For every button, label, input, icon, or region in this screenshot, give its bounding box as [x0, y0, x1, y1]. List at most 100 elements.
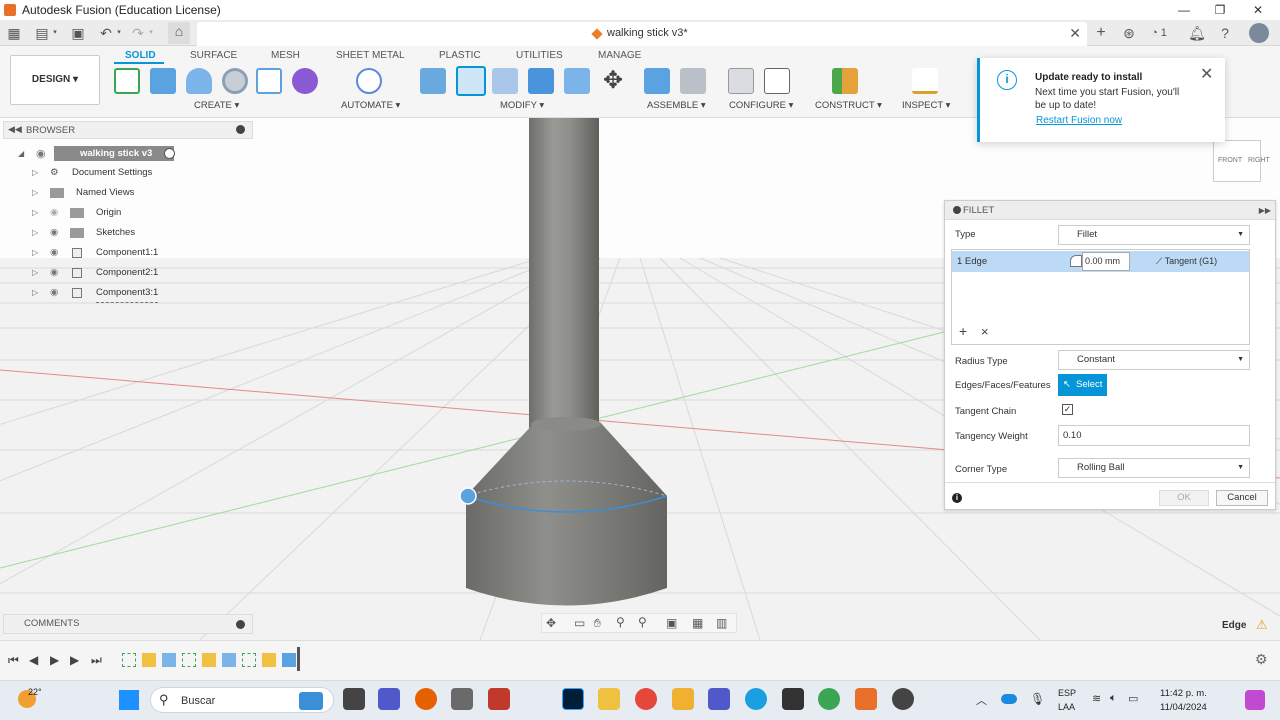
grid-menu-icon[interactable]: ▦	[6, 24, 22, 42]
app-icon[interactable]	[782, 688, 804, 710]
timeline-sketch-icon[interactable]	[242, 653, 256, 667]
modify-group-label[interactable]: MODIFY ▾	[500, 100, 544, 111]
fillet-icon[interactable]	[456, 66, 486, 96]
fit-icon[interactable]: ⚲	[638, 615, 647, 629]
tangent-chain-checkbox[interactable]: ✓	[1062, 404, 1073, 415]
edge-icon[interactable]	[745, 688, 767, 710]
press-pull-icon[interactable]	[420, 68, 446, 94]
timeline-sketch-icon[interactable]	[122, 653, 136, 667]
browser-panel-header[interactable]: ◀◀ BROWSER	[3, 121, 253, 139]
grid-settings-icon[interactable]: ▦	[692, 616, 703, 630]
cancel-button[interactable]: Cancel	[1216, 490, 1268, 506]
maximize-button[interactable]: ❐	[1202, 0, 1238, 20]
home-icon[interactable]: ⌂	[168, 22, 190, 44]
undo-dropdown-icon[interactable]: ▾	[114, 24, 124, 42]
job-status-icon[interactable]: ◔ 1	[1148, 24, 1170, 42]
expand-tri-icon[interactable]: ▷	[32, 224, 38, 242]
close-tab-icon[interactable]: ✕	[1069, 25, 1081, 42]
expand-tri-icon[interactable]: ▷	[32, 264, 38, 282]
configure-group-label[interactable]: CONFIGURE ▾	[729, 100, 793, 111]
chrome-profile-icon[interactable]	[818, 688, 840, 710]
chamfer-icon[interactable]	[492, 68, 518, 94]
restart-fusion-link[interactable]: Restart Fusion now	[1036, 115, 1122, 126]
add-comment-icon[interactable]	[236, 620, 245, 629]
timeline-feature-icon[interactable]	[202, 653, 216, 667]
user-avatar[interactable]	[1249, 23, 1269, 43]
info-icon[interactable]: i	[952, 493, 962, 503]
automate-group-label[interactable]: AUTOMATE ▾	[341, 100, 400, 111]
warning-icon[interactable]: ⚠	[1256, 617, 1268, 633]
notifications-icon[interactable]: 🔔︎	[1188, 24, 1206, 42]
expand-tri-icon[interactable]: ▷	[32, 164, 38, 182]
document-tab[interactable]: walking stick v3* ✕	[197, 22, 1087, 46]
inspect-group-label[interactable]: INSPECT ▾	[902, 100, 950, 111]
timeline-marker[interactable]	[297, 647, 300, 671]
edge-row[interactable]: 1 Edge 0.00 mm ⟋ Tangent (G1)	[952, 251, 1249, 272]
close-notification-icon[interactable]: ✕	[1200, 64, 1213, 84]
expand-tri-icon[interactable]: ▷	[32, 204, 38, 222]
comments-panel[interactable]: COMMENTS	[3, 614, 253, 634]
clock-date[interactable]: 11/04/2024	[1160, 702, 1207, 713]
last-step-icon[interactable]: ⏭︎	[91, 653, 102, 668]
hole-icon[interactable]	[222, 68, 248, 94]
tab-solid[interactable]: SOLID	[125, 50, 156, 61]
corner-type-dropdown[interactable]: Rolling Ball ▼	[1058, 458, 1250, 478]
activate-radio-icon[interactable]	[164, 148, 175, 159]
app-icon[interactable]	[892, 688, 914, 710]
task-view-icon[interactable]	[343, 688, 365, 710]
next-step-icon[interactable]: ▶	[70, 653, 79, 667]
workspace-design-dropdown[interactable]: DESIGN ▾	[10, 55, 100, 105]
file-dropdown-icon[interactable]: ▾	[50, 24, 60, 42]
keyboard-layout[interactable]: LAA	[1058, 702, 1075, 712]
taskbar-search-box[interactable]: ⚲ Buscar	[150, 687, 334, 713]
timeline-revolve-icon[interactable]	[162, 653, 176, 667]
tab-mesh[interactable]: MESH	[271, 50, 300, 61]
pan-icon[interactable]: ✋︎	[594, 616, 601, 631]
pattern-icon[interactable]	[256, 68, 282, 94]
windows-start-icon[interactable]	[119, 690, 139, 710]
tab-utilities[interactable]: UTILITIES	[516, 50, 563, 61]
timeline-settings-gear-icon[interactable]: ⚙	[1255, 651, 1268, 668]
copilot-icon[interactable]	[1245, 690, 1265, 710]
assemble-group-label[interactable]: ASSEMBLE ▾	[647, 100, 706, 111]
form-icon[interactable]	[292, 68, 318, 94]
radius-type-dropdown[interactable]: Constant ▼	[1058, 350, 1250, 370]
table-icon[interactable]	[764, 68, 790, 94]
edge-selection-list[interactable]: 1 Edge 0.00 mm ⟋ Tangent (G1) + ×	[951, 249, 1250, 345]
app-icon[interactable]	[672, 688, 694, 710]
remove-edge-icon[interactable]: ×	[981, 324, 989, 339]
eye-icon[interactable]: ◉	[50, 224, 58, 242]
joint-icon[interactable]	[680, 68, 706, 94]
type-dropdown[interactable]: Fillet ▼	[1058, 225, 1250, 245]
display-settings-icon[interactable]: ▣	[666, 616, 677, 630]
revolve-icon[interactable]	[186, 68, 212, 94]
radius-input[interactable]: 0.00 mm	[1082, 252, 1130, 271]
expand-tri-icon[interactable]: ▷	[32, 284, 38, 302]
shell-icon[interactable]	[528, 68, 554, 94]
viewcube-right-face[interactable]: RIGHT	[1248, 157, 1270, 164]
configure-icon[interactable]	[728, 68, 754, 94]
timeline-feature-icon[interactable]	[142, 653, 156, 667]
eye-icon[interactable]: ◉	[50, 284, 58, 302]
redo-dropdown-icon[interactable]: ▾	[146, 24, 156, 42]
microphone-icon[interactable]: 🎙︎	[1030, 692, 1045, 706]
dialog-collapse-icon[interactable]	[953, 206, 961, 214]
battery-icon[interactable]: ▭	[1128, 692, 1138, 705]
ok-button[interactable]: OK	[1159, 490, 1209, 506]
collapse-browser-icon[interactable]: ◀◀	[8, 124, 22, 135]
new-component-icon[interactable]	[644, 68, 670, 94]
onedrive-icon[interactable]	[1001, 694, 1017, 704]
app-icon[interactable]	[451, 688, 473, 710]
tab-surface[interactable]: SURFACE	[190, 50, 237, 61]
eye-hidden-icon[interactable]: ◉	[50, 204, 58, 222]
eye-icon[interactable]: ◉	[50, 264, 58, 282]
fillet-manipulator-handle[interactable]	[459, 487, 477, 505]
firefox-icon[interactable]	[415, 688, 437, 710]
eye-icon[interactable]: ◉	[50, 244, 58, 262]
extensions-icon[interactable]: ⊛	[1120, 24, 1138, 42]
expand-tri-icon[interactable]: ▷	[32, 244, 38, 262]
shaft-body[interactable]	[529, 118, 599, 438]
expand-tri-icon[interactable]: ▷	[32, 184, 38, 202]
measure-icon[interactable]	[912, 68, 938, 94]
extrude-icon[interactable]	[150, 68, 176, 94]
